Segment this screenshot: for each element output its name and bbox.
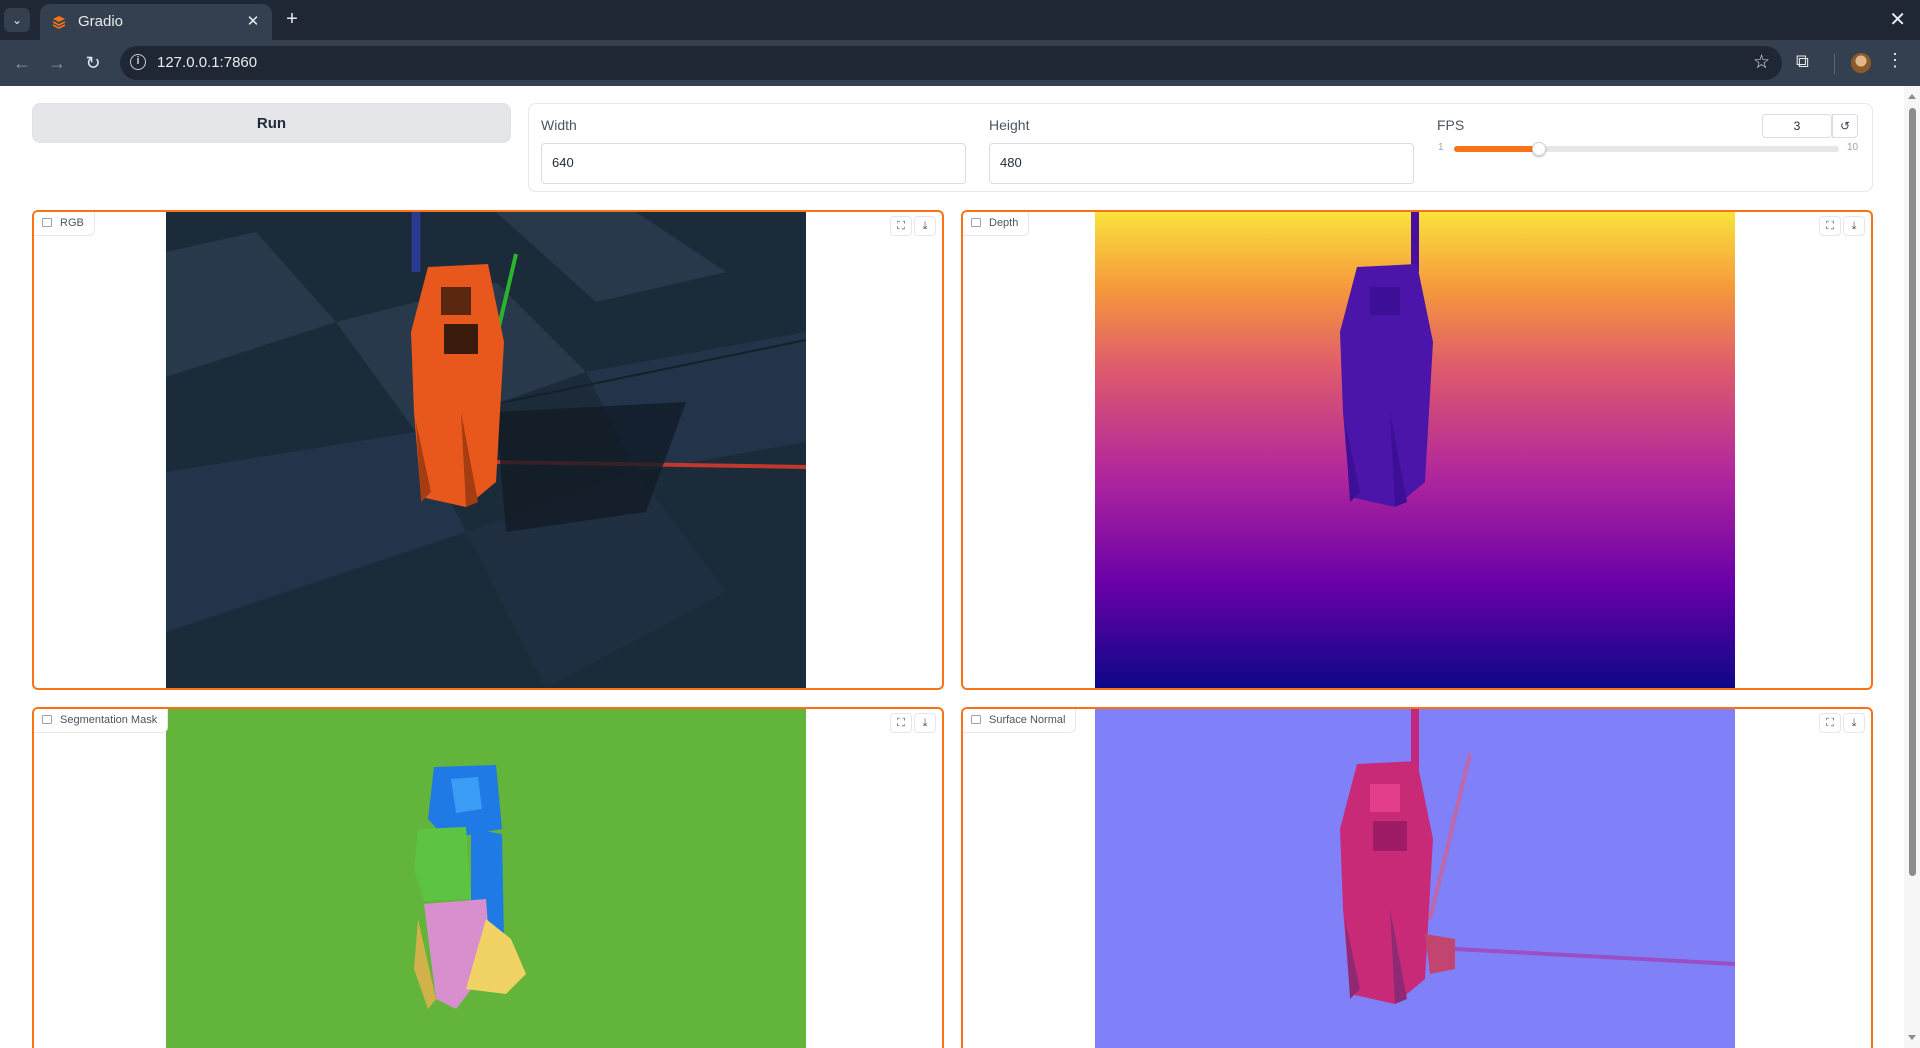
fps-slider[interactable] xyxy=(1454,142,1839,156)
back-icon[interactable]: ← xyxy=(10,51,34,75)
rgb-label: RGB xyxy=(60,217,84,229)
fullscreen-icon[interactable]: ⛶ xyxy=(1819,713,1841,733)
address-bar[interactable]: i 127.0.0.1:7860 ☆ xyxy=(120,46,1782,80)
width-input[interactable]: 640 xyxy=(541,143,966,184)
gradio-page: Run Width 640 Height 480 FPS 3 ↺ 1 10 RG… xyxy=(0,86,1920,1048)
download-icon[interactable]: ⤓ xyxy=(914,713,936,733)
depth-label: Depth xyxy=(989,217,1019,229)
segmentation-output-panel: Segmentation Mask ⛶ ⤓ xyxy=(32,707,944,1048)
panel-label: Depth xyxy=(963,212,1030,236)
toolbar-divider xyxy=(1834,54,1835,74)
panel-label: Segmentation Mask xyxy=(34,709,169,733)
fps-label: FPS xyxy=(1437,117,1465,133)
reset-icon[interactable]: ↺ xyxy=(1832,114,1858,138)
fps-max-label: 10 xyxy=(1847,142,1859,153)
width-label: Width xyxy=(541,117,577,133)
scroll-down-arrow-icon[interactable] xyxy=(1908,1035,1916,1040)
profile-avatar[interactable] xyxy=(1851,53,1871,73)
image-icon xyxy=(971,715,981,724)
download-icon[interactable]: ⤓ xyxy=(914,216,936,236)
fps-slider-handle[interactable] xyxy=(1532,142,1546,156)
download-icon[interactable]: ⤓ xyxy=(1843,713,1865,733)
panel-actions: ⛶ ⤓ xyxy=(1819,216,1865,236)
panel-actions: ⛶ ⤓ xyxy=(890,713,936,733)
panel-label: RGB xyxy=(34,212,95,236)
segmentation-image xyxy=(166,709,806,1048)
close-icon[interactable]: ✕ xyxy=(244,12,262,30)
extensions-icon[interactable]: ⧉ xyxy=(1796,51,1809,72)
image-icon xyxy=(971,218,981,227)
plus-icon[interactable]: + xyxy=(282,8,302,30)
image-icon xyxy=(42,715,52,724)
depth-image xyxy=(1095,212,1735,688)
surface-normal-image xyxy=(1095,709,1735,1048)
panel-actions: ⛶ ⤓ xyxy=(1819,713,1865,733)
fps-number-input[interactable]: 3 xyxy=(1762,114,1832,138)
download-icon[interactable]: ⤓ xyxy=(1843,216,1865,236)
height-input[interactable]: 480 xyxy=(989,143,1414,184)
gradio-favicon-icon xyxy=(52,16,66,29)
menu-icon[interactable]: ⋮ xyxy=(1886,50,1904,71)
height-label: Height xyxy=(989,117,1030,133)
surface-normal-label: Surface Normal xyxy=(989,714,1066,726)
image-icon xyxy=(42,218,52,227)
browser-tabstrip: ⌄ Gradio ✕ + ✕ xyxy=(0,0,1920,40)
run-button[interactable]: Run xyxy=(32,103,511,143)
browser-tab[interactable]: Gradio ✕ xyxy=(40,4,272,40)
parameters-panel: Width 640 Height 480 FPS 3 ↺ 1 10 xyxy=(528,103,1873,192)
tab-search-icon[interactable]: ⌄ xyxy=(4,8,30,32)
scroll-thumb[interactable] xyxy=(1909,108,1916,876)
url-text[interactable]: 127.0.0.1:7860 xyxy=(157,54,257,71)
depth-output-panel: Depth ⛶ ⤓ xyxy=(961,210,1873,690)
surface-normal-output-panel: Surface Normal ⛶ ⤓ xyxy=(961,707,1873,1048)
window-close-icon[interactable]: ✕ xyxy=(1889,7,1906,32)
reload-icon[interactable]: ↻ xyxy=(81,51,105,75)
fullscreen-icon[interactable]: ⛶ xyxy=(1819,216,1841,236)
star-icon[interactable]: ☆ xyxy=(1753,51,1770,74)
tab-title: Gradio xyxy=(78,13,124,30)
fps-slider-fill xyxy=(1454,146,1539,152)
segmentation-label: Segmentation Mask xyxy=(60,714,158,726)
rgb-image xyxy=(166,212,806,688)
fullscreen-icon[interactable]: ⛶ xyxy=(890,713,912,733)
panel-label: Surface Normal xyxy=(963,709,1077,733)
forward-icon[interactable]: → xyxy=(45,51,69,75)
panel-actions: ⛶ ⤓ xyxy=(890,216,936,236)
fps-min-label: 1 xyxy=(1438,142,1444,153)
scroll-up-arrow-icon[interactable] xyxy=(1908,94,1916,99)
fullscreen-icon[interactable]: ⛶ xyxy=(890,216,912,236)
rgb-output-panel: RGB ⛶ ⤓ xyxy=(32,210,944,690)
info-icon[interactable]: i xyxy=(130,54,146,70)
page-scrollbar[interactable] xyxy=(1904,86,1920,1048)
browser-toolbar: ← → ↻ i 127.0.0.1:7860 ☆ ⧉ ⋮ xyxy=(0,40,1920,86)
